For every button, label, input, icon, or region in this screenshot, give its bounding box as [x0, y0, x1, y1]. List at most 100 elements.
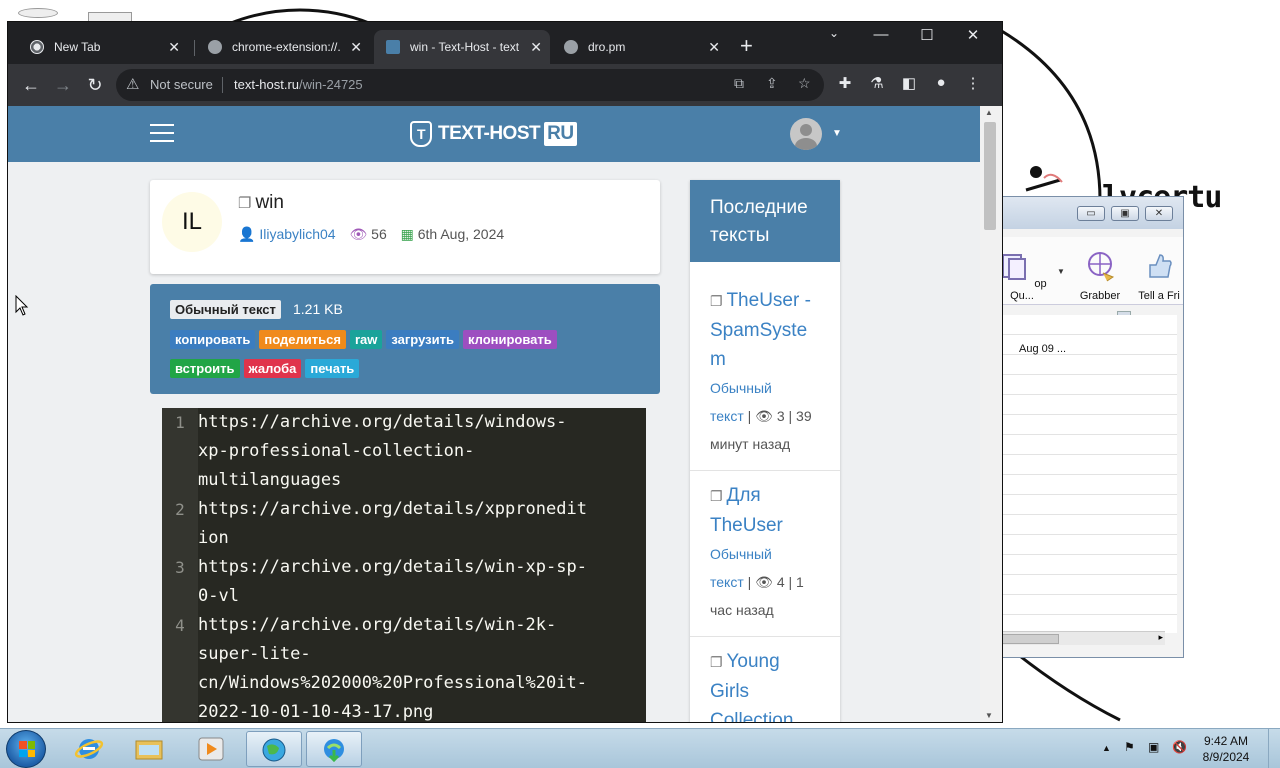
back-button[interactable]: ←: [18, 72, 44, 98]
recent-text-title-link[interactable]: ❐ Для TheUser: [710, 481, 820, 540]
grid-cell: Aug 09 ...: [1019, 343, 1067, 355]
show-desktop-button[interactable]: [1268, 729, 1280, 768]
hamburger-menu-icon[interactable]: [150, 124, 174, 148]
tab-new-tab[interactable]: New Tab ✕: [18, 30, 188, 64]
scrollbar-thumb[interactable]: [984, 122, 996, 230]
volume-muted-icon[interactable]: 🔇: [1172, 740, 1187, 754]
line-number: 1: [162, 408, 198, 495]
action-button[interactable]: raw: [349, 330, 383, 349]
bookmark-star-icon[interactable]: ☆: [798, 75, 811, 92]
profile-icon[interactable]: ●: [930, 74, 952, 91]
taskbar-internet-explorer[interactable]: [62, 731, 118, 767]
action-button[interactable]: поделиться: [259, 330, 346, 349]
scrollbar-thumb[interactable]: [1001, 634, 1059, 644]
mouse-cursor-icon: [15, 295, 29, 316]
translate-icon[interactable]: ⧉: [734, 75, 744, 92]
sidebar-heading: Последние тексты: [690, 180, 840, 262]
code-text: https://archive.org/details/xppronedit: [198, 499, 587, 519]
reload-button[interactable]: ↻: [82, 72, 108, 98]
vertical-scrollbar[interactable]: ▲ ▼: [980, 106, 1002, 722]
scroll-down-arrow-icon[interactable]: ▼: [985, 711, 993, 720]
data-grid[interactable]: [1001, 315, 1177, 633]
recent-text-title-link[interactable]: ❐ TheUser - SpamSyste m: [710, 286, 820, 374]
tab-dro-pm[interactable]: dro.pm ✕: [552, 30, 728, 64]
maximize-button[interactable]: ☐: [904, 26, 950, 44]
taskbar-download-manager[interactable]: [306, 731, 362, 767]
line-number: 3: [162, 553, 198, 611]
security-label[interactable]: Not secure: [150, 77, 213, 92]
action-button[interactable]: печать: [305, 359, 360, 378]
desktop-icon[interactable]: [18, 8, 58, 18]
action-button[interactable]: встроить: [170, 359, 240, 378]
recent-text-item[interactable]: ❐ Young Girls Collection: [690, 637, 840, 722]
ribbon-button-grabber[interactable]: Grabber: [1075, 249, 1125, 302]
chrome-icon: [30, 40, 44, 54]
code-block[interactable]: 1 https://archive.org/details/windows-xp-…: [162, 408, 646, 722]
maximize-button[interactable]: ▣: [1111, 206, 1139, 221]
close-window-button[interactable]: ✕: [950, 26, 996, 44]
browser-window[interactable]: New Tab ✕ chrome-extension://... ✕ win -…: [7, 21, 1003, 723]
action-button[interactable]: клонировать: [462, 330, 557, 349]
warning-icon[interactable]: ⚠: [126, 75, 139, 93]
extensions-puzzle-icon[interactable]: ✚: [834, 74, 856, 92]
scroll-up-arrow-icon[interactable]: ▲: [985, 108, 993, 117]
dropdown-arrow-icon[interactable]: ▼: [1057, 267, 1065, 276]
url-text[interactable]: text-host.ru/win-24725: [234, 77, 363, 92]
code-text: https://archive.org/details/windows-: [198, 412, 567, 432]
background-app-window[interactable]: ▭ ▣ ✕ op Qu... ▼ Grabber Tell a Fri Aug …: [1000, 196, 1184, 658]
site-logo[interactable]: T TEXT-HOST RU: [410, 120, 577, 148]
action-button[interactable]: жалоба: [243, 359, 302, 378]
taskbar-chrome-app[interactable]: [246, 731, 302, 767]
user-avatar[interactable]: [790, 118, 822, 150]
internet-explorer-icon: [74, 739, 104, 759]
close-tab-icon[interactable]: ✕: [708, 30, 720, 64]
eye-icon: 👁: [349, 226, 368, 242]
address-bar[interactable]: ⚠ Not secure text-host.ru/win-24725 ⧉ ⇪ …: [116, 69, 824, 101]
recent-text-item[interactable]: ❐ TheUser - SpamSyste m Обычный текст | 👁 3 …: [690, 276, 840, 471]
paste-title: ❐ win: [238, 192, 284, 213]
author-link[interactable]: Iliyabylich04: [259, 226, 335, 242]
side-panel-icon[interactable]: ◧: [898, 74, 920, 92]
type-link[interactable]: текст: [710, 408, 744, 424]
minimize-button[interactable]: —: [858, 26, 904, 43]
code-text: super-lite-: [198, 644, 311, 664]
close-button[interactable]: ✕: [1145, 206, 1173, 221]
menu-kebab-icon[interactable]: ⋮: [962, 74, 984, 92]
action-buttons-row-1: копировать поделиться raw загрузить клониров…: [170, 330, 557, 349]
forward-button[interactable]: →: [50, 72, 76, 98]
site-header: T TEXT-HOST RU ▼: [8, 106, 980, 162]
ribbon-button-tell-friend[interactable]: Tell a Fri: [1133, 249, 1185, 302]
minimize-button[interactable]: ▭: [1077, 206, 1105, 221]
share-icon[interactable]: ⇪: [766, 75, 778, 92]
start-button[interactable]: [6, 730, 46, 768]
horizontal-scrollbar[interactable]: ▸: [1001, 631, 1165, 645]
action-button[interactable]: копировать: [170, 330, 256, 349]
taskbar-media-player[interactable]: [184, 731, 240, 767]
close-tab-icon[interactable]: ✕: [530, 30, 542, 64]
show-hidden-icons-arrow[interactable]: ▲: [1102, 743, 1111, 753]
new-tab-button[interactable]: +: [740, 32, 753, 60]
code-line: 4 https://archive.org/details/win-2k-supe…: [162, 611, 646, 722]
paste-date: 6th Aug, 2024: [417, 226, 505, 242]
action-button[interactable]: загрузить: [386, 330, 459, 349]
taskbar-file-explorer[interactable]: [122, 731, 178, 767]
type-link[interactable]: Обычный: [710, 380, 772, 396]
tab-chrome-extension[interactable]: chrome-extension://... ✕: [196, 30, 370, 64]
type-link[interactable]: текст: [710, 574, 744, 590]
type-link[interactable]: Обычный: [710, 546, 772, 562]
ribbon-button[interactable]: op Qu...: [997, 249, 1047, 302]
user-menu-caret-icon[interactable]: ▼: [832, 128, 842, 139]
recent-text-title-link[interactable]: ❐ Young Girls Collection: [710, 647, 820, 722]
close-tab-icon[interactable]: ✕: [168, 30, 180, 64]
scroll-right-arrow-icon[interactable]: ▸: [1158, 632, 1163, 643]
tab-search-chevron-icon[interactable]: ⌄: [811, 26, 857, 40]
labs-flask-icon[interactable]: ⚗: [866, 74, 888, 92]
copy-icon[interactable]: ❐: [238, 195, 251, 212]
media-player-icon: [198, 737, 224, 761]
action-center-flag-icon[interactable]: ⚑: [1124, 740, 1135, 754]
tab-text-host[interactable]: win - Text-Host - text ✕: [374, 30, 550, 64]
close-tab-icon[interactable]: ✕: [350, 30, 362, 64]
system-clock[interactable]: 9:42 AM 8/9/2024: [1196, 733, 1256, 765]
network-icon[interactable]: ▣: [1148, 740, 1159, 754]
recent-text-item[interactable]: ❐ Для TheUser Обычный текст | 👁 4 | 1 час на…: [690, 471, 840, 637]
